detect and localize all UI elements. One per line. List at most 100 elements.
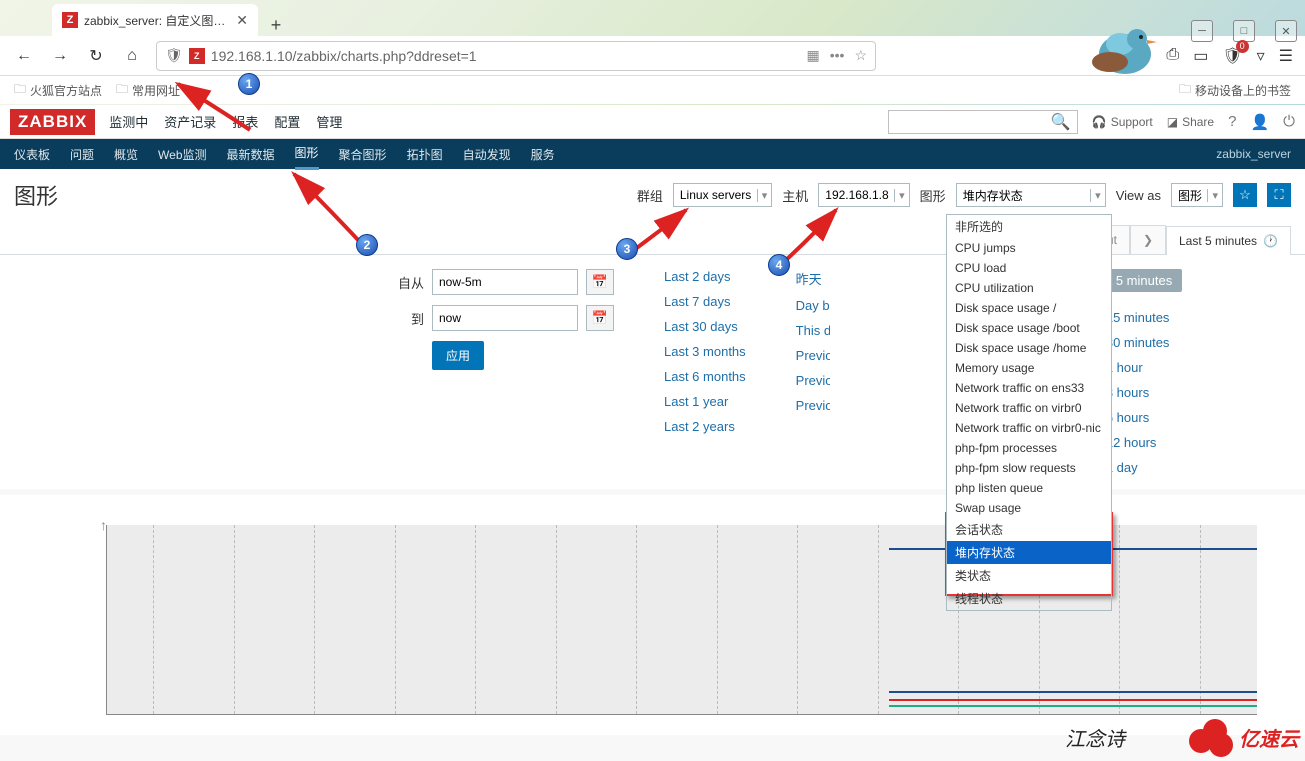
subnav-overview[interactable]: 概览	[114, 146, 138, 163]
quick-link[interactable]: Last 3 months	[664, 344, 746, 359]
dropdown-option[interactable]: php listen queue	[947, 478, 1111, 498]
pocket-icon[interactable]: ▿	[1257, 46, 1265, 66]
nav-monitoring[interactable]: 监测中	[109, 112, 148, 131]
dropdown-option[interactable]: Swap usage	[947, 498, 1111, 518]
search-input[interactable]: 🔍	[888, 110, 1078, 134]
dropdown-option[interactable]: Disk space usage /boot	[947, 318, 1111, 338]
dropdown-option[interactable]: Network traffic on virbr0-nic	[947, 418, 1111, 438]
more-icon[interactable]: •••	[830, 47, 845, 64]
menu-icon[interactable]: ☰	[1279, 46, 1293, 66]
dropdown-option[interactable]: Disk space usage /	[947, 298, 1111, 318]
subnav-dashboard[interactable]: 仪表板	[14, 146, 50, 163]
bookmark-item[interactable]: 🗀火狐官方站点	[14, 80, 102, 101]
dropdown-option[interactable]: php-fpm slow requests	[947, 458, 1111, 478]
dropdown-option[interactable]: CPU load	[947, 258, 1111, 278]
apply-button[interactable]: 应用	[432, 341, 484, 370]
zabbix-logo[interactable]: ZABBIX	[10, 109, 95, 135]
help-icon[interactable]: ?	[1228, 113, 1236, 130]
graph-dropdown[interactable]: 非所选的 CPU jumps CPU load CPU utilization …	[946, 214, 1112, 594]
quick-link[interactable]: Last 7 days	[664, 294, 746, 309]
viewas-select[interactable]: 图形	[1171, 183, 1223, 207]
subnav-discovery[interactable]: 自动发现	[463, 146, 511, 163]
folder-icon: 🗀	[14, 80, 26, 101]
tab-close-icon[interactable]: ✕	[236, 12, 248, 29]
maximize-button[interactable]: □	[1233, 20, 1255, 42]
group-label: 群组	[637, 186, 663, 205]
time-range-tab[interactable]: Last 5 minutes 🕐	[1166, 226, 1291, 255]
subnav-screens[interactable]: 聚合图形	[339, 146, 387, 163]
quick-link[interactable]: Last 1 year	[664, 394, 746, 409]
subnav-services[interactable]: 服务	[531, 146, 555, 163]
minimize-button[interactable]: ─	[1191, 20, 1213, 42]
quick-link[interactable]: This da	[796, 323, 830, 338]
quick-link[interactable]: Last 2 years	[664, 419, 746, 434]
quick-link[interactable]: Last 30 days	[664, 319, 746, 334]
new-tab-button[interactable]: +	[258, 15, 294, 36]
quick-link[interactable]: Day bef	[796, 298, 830, 313]
close-window-button[interactable]: ✕	[1275, 20, 1297, 42]
group-select[interactable]: Linux servers	[673, 183, 772, 207]
home-button[interactable]: ⌂	[120, 44, 144, 68]
quick-link[interactable]: Previou	[796, 373, 830, 388]
dropdown-option[interactable]: CPU jumps	[947, 238, 1111, 258]
reader-icon[interactable]: ▭	[1193, 46, 1208, 66]
window-controls: ─ □ ✕	[1191, 20, 1297, 42]
extensions-icon[interactable]: ✦	[1139, 46, 1152, 66]
calendar-icon[interactable]: 📅	[586, 305, 614, 331]
graph-select[interactable]: 堆内存状态	[956, 183, 1106, 207]
quick-link[interactable]: 昨天	[796, 269, 830, 288]
subnav-problems[interactable]: 问题	[70, 146, 94, 163]
back-button[interactable]: ←	[12, 44, 36, 68]
annotation-arrow	[630, 206, 700, 261]
to-label: 到	[384, 309, 424, 328]
annotation-bubble-4: 4	[768, 254, 790, 276]
url-text: 192.168.1.10/zabbix/charts.php?ddreset=1	[211, 48, 801, 64]
quick-link[interactable]: Last 6 months	[664, 369, 746, 384]
dropdown-option[interactable]: Memory usage	[947, 358, 1111, 378]
from-input[interactable]	[432, 269, 578, 295]
dropdown-option[interactable]: Network traffic on ens33	[947, 378, 1111, 398]
dropdown-option[interactable]: php-fpm processes	[947, 438, 1111, 458]
dropdown-option[interactable]: 非所选的	[947, 215, 1111, 238]
dropdown-option[interactable]: Disk space usage /home	[947, 338, 1111, 358]
dropdown-option[interactable]: 线程状态	[947, 587, 1111, 610]
annotation-arrow	[782, 206, 852, 271]
nav-admin[interactable]: 管理	[316, 112, 342, 131]
to-input[interactable]	[432, 305, 578, 331]
share-link[interactable]: ◪Share	[1167, 115, 1214, 129]
qr-icon[interactable]: ▦	[806, 47, 819, 64]
address-bar[interactable]: 🛡 Z 192.168.1.10/zabbix/charts.php?ddres…	[156, 41, 876, 71]
support-link[interactable]: 🎧Support	[1092, 115, 1153, 129]
library-icon[interactable]: ⎙	[1166, 46, 1179, 66]
dropdown-option[interactable]: Network traffic on virbr0	[947, 398, 1111, 418]
subnav-web[interactable]: Web监测	[158, 146, 206, 163]
dropdown-option[interactable]: CPU utilization	[947, 278, 1111, 298]
zoom-next-button[interactable]: ❯	[1130, 225, 1166, 254]
zabbix-favicon: Z	[62, 12, 78, 28]
quick-link[interactable]: Previou	[796, 398, 830, 413]
reload-button[interactable]: ↻	[84, 44, 108, 68]
subnav-graphs[interactable]: 图形	[295, 144, 319, 170]
host-select[interactable]: 192.168.1.8	[818, 183, 909, 207]
quick-link[interactable]: Previou	[796, 348, 830, 363]
badge-icon[interactable]: 🛡0	[1222, 46, 1242, 66]
shield-icon[interactable]: 🛡	[165, 47, 183, 64]
quick-link[interactable]: Last 2 days	[664, 269, 746, 284]
browser-tab[interactable]: Z zabbix_server: 自定义图表 [每... ✕	[52, 4, 258, 36]
user-icon[interactable]: 👤	[1250, 113, 1269, 131]
nav-config[interactable]: 配置	[274, 112, 300, 131]
fullscreen-button[interactable]: ⛶	[1267, 183, 1291, 207]
subnav-maps[interactable]: 拓扑图	[407, 146, 443, 163]
subnav-latest[interactable]: 最新数据	[227, 146, 275, 163]
dropdown-option-selected[interactable]: 堆内存状态	[947, 541, 1111, 564]
dropdown-option[interactable]: 类状态	[947, 564, 1111, 587]
forward-button[interactable]: →	[48, 44, 72, 68]
calendar-icon[interactable]: 📅	[586, 269, 614, 295]
logout-icon[interactable]: ⏻	[1283, 113, 1295, 130]
page-title: 图形	[14, 179, 58, 211]
dropdown-option[interactable]: 会话状态	[947, 518, 1111, 541]
bookmark-star-icon[interactable]: ☆	[854, 47, 867, 64]
folder-icon: 🗀	[116, 80, 128, 101]
favorite-button[interactable]: ☆	[1233, 183, 1257, 207]
bookmark-item[interactable]: 🗀移动设备上的书签	[1179, 80, 1291, 101]
